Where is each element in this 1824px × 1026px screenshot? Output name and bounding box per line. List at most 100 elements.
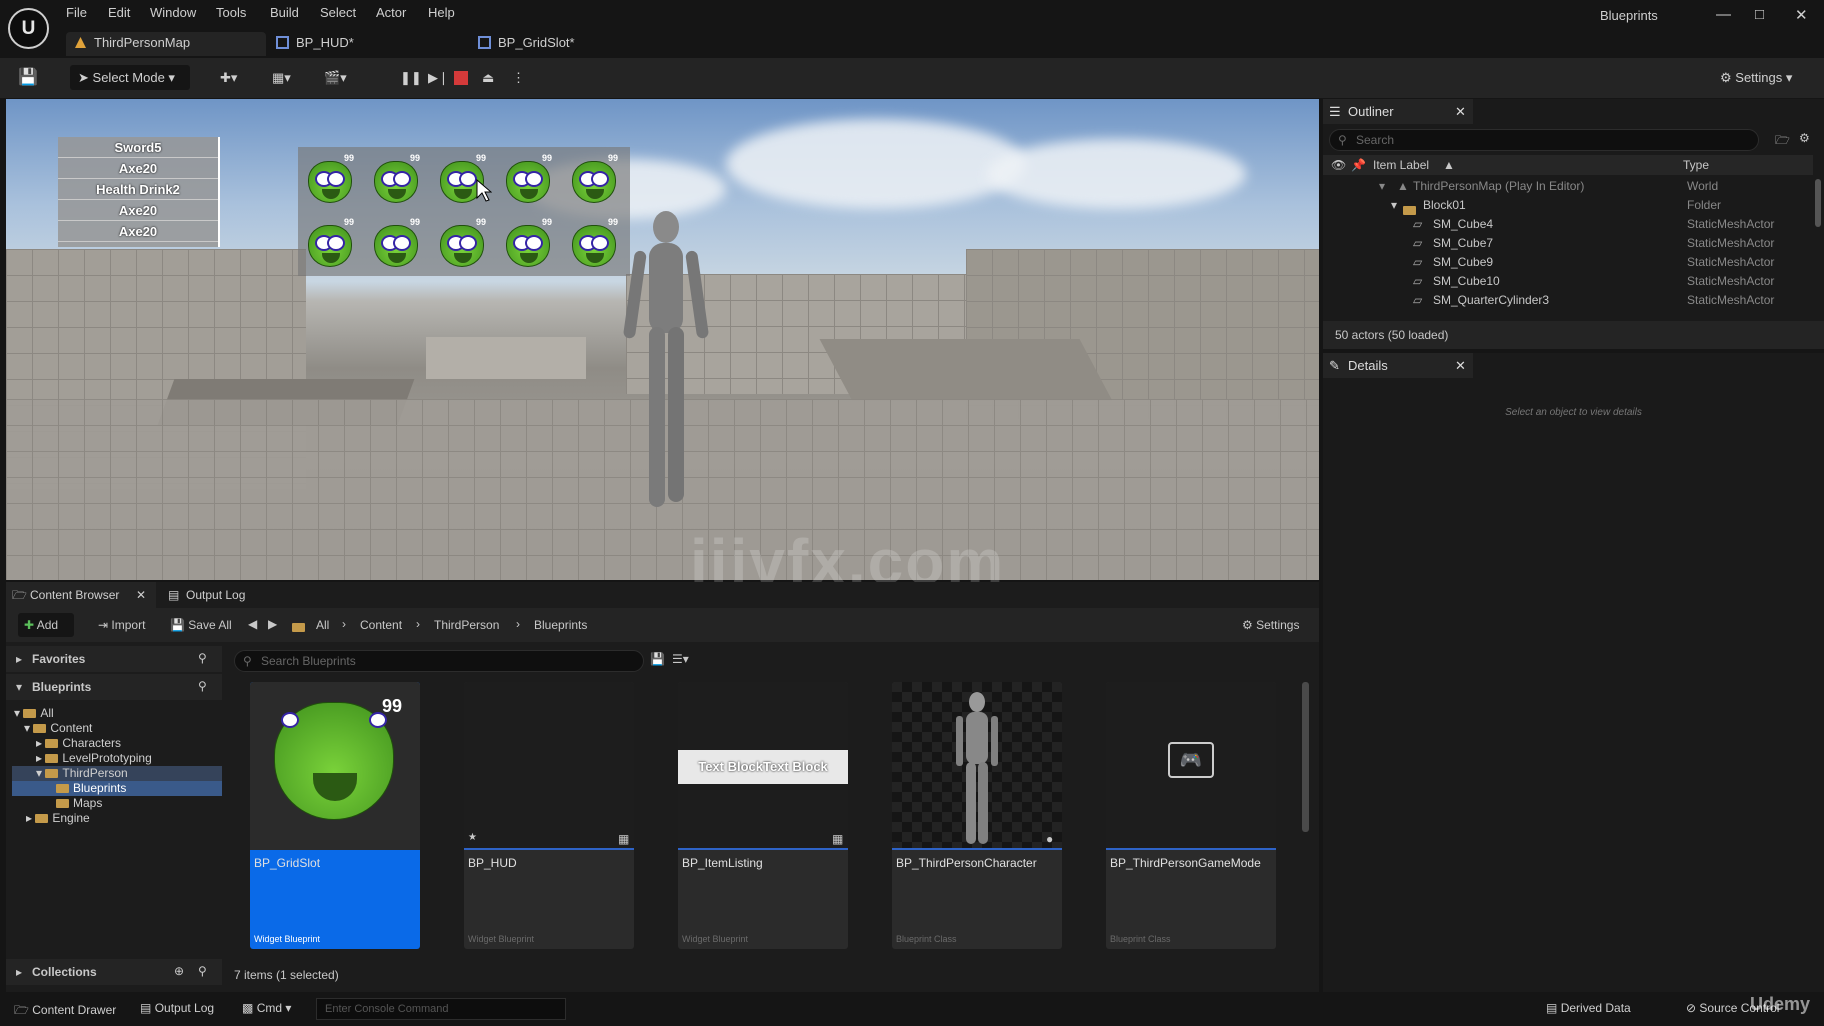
filter-icon[interactable]: ☰▾ (672, 652, 689, 666)
star-icon[interactable]: ★ (468, 832, 477, 843)
inventory-item[interactable]: Axe20 (58, 221, 218, 242)
asset-tile-bp-hud[interactable]: ★ ▦ BP_HUD Widget Blueprint (464, 682, 634, 949)
col-item-label[interactable]: Item Label (1373, 158, 1429, 172)
eject-icon[interactable]: ⏏ (482, 65, 494, 90)
cmd-dropdown[interactable]: ▩ Cmd ▾ (242, 1001, 291, 1015)
menu-file[interactable]: File (66, 5, 87, 20)
search-blueprints-input[interactable]: ⚲ Search Blueprints (234, 650, 644, 672)
inventory-item[interactable]: Axe20 (58, 200, 218, 221)
tree-item-levelprototyping[interactable]: ▸ LevelPrototyping (36, 751, 152, 766)
gear-icon[interactable]: ⚙ (1799, 131, 1810, 145)
search-icon[interactable]: ⚲ (198, 964, 207, 978)
stop-icon[interactable] (454, 71, 468, 85)
details-tab[interactable]: ✎ Details ✕ (1323, 353, 1473, 378)
asset-tile-bp-itemlisting[interactable]: Text BlockText Block ▦ BP_ItemListing Wi… (678, 682, 848, 949)
tab-thirdpersonmap[interactable]: ThirdPersonMap (66, 32, 266, 56)
tab-bp-hud[interactable]: BP_HUD* (268, 32, 464, 56)
grid-slot[interactable]: 99 (500, 217, 554, 271)
outliner-row[interactable]: ▱ SM_QuarterCylinder3 StaticMeshActor (1323, 291, 1813, 310)
inventory-item[interactable]: Health Drink2 (58, 179, 218, 200)
tree-item-blueprints[interactable]: Blueprints (12, 781, 222, 796)
menu-actor[interactable]: Actor (376, 5, 406, 20)
outliner-row[interactable]: ▱ SM_Cube9 StaticMeshActor (1323, 253, 1813, 272)
visibility-icon[interactable]: 👁 (1331, 158, 1346, 172)
col-type[interactable]: Type (1683, 158, 1709, 172)
outliner-search-input[interactable]: ⚲ Search (1329, 129, 1759, 151)
expand-icon[interactable]: ▾ (1379, 177, 1385, 196)
select-mode-dropdown[interactable]: ➤ Select Mode ▾ (70, 65, 190, 90)
outliner-tab[interactable]: ☰ Outliner ✕ (1323, 99, 1473, 124)
menu-window[interactable]: Window (150, 5, 196, 20)
menu-edit[interactable]: Edit (108, 5, 130, 20)
grid-slot[interactable]: 99 (566, 153, 620, 207)
history-forward-icon[interactable]: ▶ (268, 617, 277, 631)
import-button[interactable]: ⇥ Import (98, 618, 145, 632)
level-viewport[interactable]: Sword5 Axe20 Health Drink2 Axe20 Axe20 9… (6, 99, 1319, 580)
tree-item-engine[interactable]: ▸ Engine (26, 811, 90, 826)
menu-tools[interactable]: Tools (216, 5, 246, 20)
grid-slot[interactable]: 99 (500, 153, 554, 207)
tree-item-maps[interactable]: Maps (56, 796, 102, 811)
tab-output-log[interactable]: ▤ Output Log (166, 582, 245, 608)
grid-slot[interactable]: 99 (434, 217, 488, 271)
expand-icon[interactable]: ▾ (1391, 196, 1397, 215)
grid-slot[interactable]: 99 (302, 153, 356, 207)
content-drawer-button[interactable]: 🗁 Content Drawer (14, 1001, 116, 1022)
derived-data-button[interactable]: ▤ Derived Data (1546, 1001, 1631, 1015)
settings-button[interactable]: ⚙ Settings ▾ (1720, 65, 1792, 90)
pause-icon[interactable]: ❚❚ (400, 65, 422, 90)
maximize-icon[interactable]: □ (1755, 6, 1764, 23)
history-back-icon[interactable]: ◀ (248, 617, 257, 631)
minimize-icon[interactable]: — (1716, 6, 1731, 23)
blueprint-menu-icon[interactable]: ▦▾ (272, 65, 291, 90)
outliner-row[interactable]: ▱ SM_Cube4 StaticMeshActor (1323, 215, 1813, 234)
add-collection-icon[interactable]: ⊕ (174, 964, 184, 978)
save-all-button[interactable]: 💾 Save All (170, 618, 232, 632)
unreal-logo-icon[interactable]: U (8, 8, 49, 49)
close-icon[interactable]: ✕ (1455, 353, 1466, 378)
inventory-item[interactable]: Sword5 (58, 137, 218, 158)
step-icon[interactable]: ▶❘ (428, 65, 449, 90)
menu-build[interactable]: Build (270, 5, 299, 20)
tab-content-browser[interactable]: 🗁 Content Browser ✕ (6, 582, 156, 608)
tree-item-characters[interactable]: ▸ Characters (36, 736, 121, 751)
save-icon[interactable]: 💾 (18, 65, 38, 90)
breadcrumb-all[interactable]: All (316, 618, 329, 632)
breadcrumb-thirdperson[interactable]: ThirdPerson (434, 618, 499, 632)
favorites-header[interactable]: ▸ Favorites ⚲ (6, 646, 222, 672)
outliner-row[interactable]: ▱ SM_Cube7 StaticMeshActor (1323, 234, 1813, 253)
grid-slot[interactable]: 99 (368, 153, 422, 207)
add-button[interactable]: ✚ Add (18, 613, 74, 637)
close-window-icon[interactable]: ✕ (1795, 6, 1808, 24)
blueprints-header[interactable]: ▾ Blueprints ⚲ (6, 674, 222, 700)
grid-slot[interactable]: 99 (368, 217, 422, 271)
output-log-button[interactable]: ▤ Output Log (140, 1001, 214, 1015)
add-folder-icon[interactable]: 🗁 (1775, 131, 1790, 152)
breadcrumb-blueprints[interactable]: Blueprints (534, 618, 587, 632)
save-search-icon[interactable]: 💾 (650, 652, 665, 666)
more-options-icon[interactable]: ⋮ (512, 65, 525, 90)
search-icon[interactable]: ⚲ (198, 651, 207, 665)
grid-slot[interactable]: 99 (566, 217, 620, 271)
menu-help[interactable]: Help (428, 5, 455, 20)
outliner-scrollbar[interactable] (1815, 179, 1821, 227)
asset-tile-bp-gridslot[interactable]: 99 BP_GridSlot Widget Blueprint (250, 682, 420, 949)
asset-tile-bp-thirdpersongamemode[interactable]: 🎮 BP_ThirdPersonGameMode Blueprint Class (1106, 682, 1276, 949)
assets-scrollbar[interactable] (1302, 682, 1309, 832)
add-actor-icon[interactable]: ✚▾ (220, 65, 237, 90)
close-icon[interactable]: ✕ (136, 582, 146, 608)
tree-item-content[interactable]: ▾ Content (24, 721, 92, 736)
outliner-row[interactable]: ▾ ▲ ThirdPersonMap (Play In Editor) Worl… (1323, 177, 1813, 196)
tree-item-thirdperson[interactable]: ▾ ThirdPerson (12, 766, 222, 781)
pin-icon[interactable]: 📌 (1351, 158, 1366, 172)
cb-settings-button[interactable]: ⚙ Settings (1242, 618, 1299, 632)
outliner-row[interactable]: ▾ Block01 Folder (1323, 196, 1813, 215)
console-input[interactable]: Enter Console Command (316, 998, 566, 1020)
search-icon[interactable]: ⚲ (198, 679, 207, 693)
tab-bp-gridslot[interactable]: BP_GridSlot* (470, 32, 666, 56)
menu-select[interactable]: Select (320, 5, 356, 20)
outliner-row[interactable]: ▱ SM_Cube10 StaticMeshActor (1323, 272, 1813, 291)
inventory-item[interactable]: Axe20 (58, 158, 218, 179)
collections-header[interactable]: ▸ Collections ⊕ ⚲ (6, 959, 222, 985)
cinematics-icon[interactable]: 🎬▾ (324, 65, 347, 90)
